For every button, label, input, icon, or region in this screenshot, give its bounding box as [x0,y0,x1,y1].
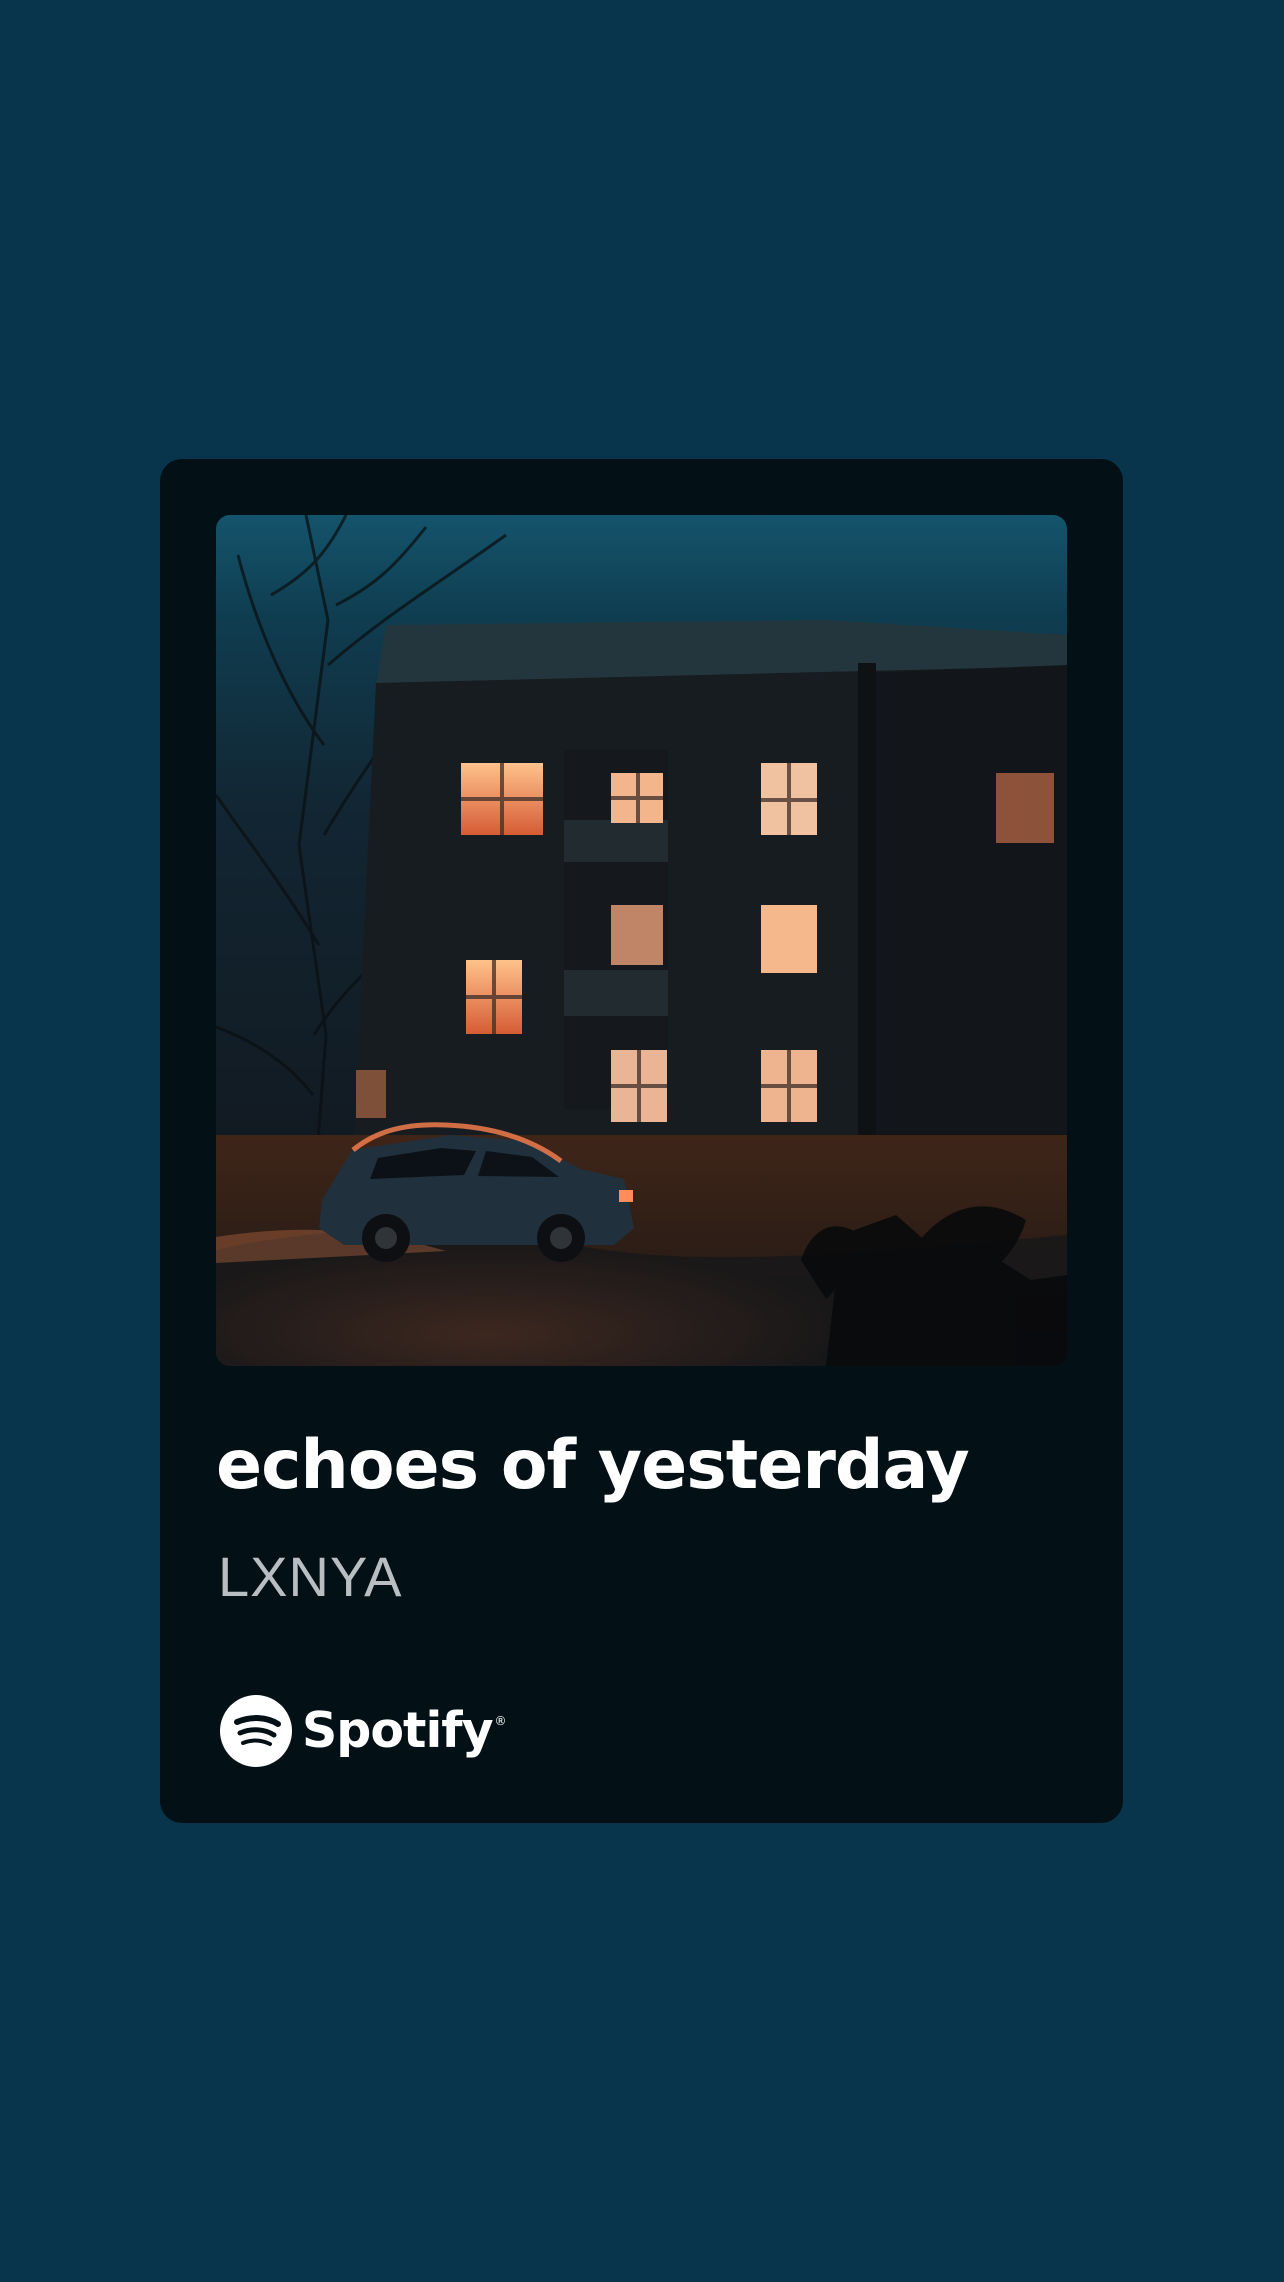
spotify-icon [220,1695,292,1767]
album-artwork[interactable] [216,515,1067,1366]
artwork-image [216,515,1067,1366]
spotify-wordmark: Spotify [302,1701,494,1759]
track-title[interactable]: echoes of yesterday [216,1428,1076,1504]
artist-name[interactable]: LXNYA [218,1543,402,1610]
spotify-brand[interactable]: Spotify ® [220,1695,507,1767]
registered-mark: ® [494,1714,507,1728]
share-page: echoes of yesterday LXNYA Spotify ® [0,0,1284,2282]
track-card[interactable]: echoes of yesterday LXNYA Spotify ® [160,459,1123,1823]
